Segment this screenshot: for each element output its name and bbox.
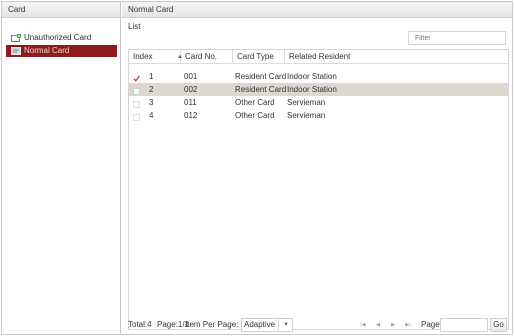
page-label: Page bbox=[421, 320, 440, 329]
tree-item-unauthorized-card[interactable]: Unauthorized Card bbox=[6, 32, 117, 44]
cell-related-resident: Servieman bbox=[287, 111, 326, 120]
table-header: Index ▲ Card No. Card Type Related Resid… bbox=[129, 50, 508, 64]
table-row[interactable]: 3 011 Other Card Servieman bbox=[129, 96, 508, 109]
card-icon bbox=[11, 47, 21, 55]
normal-card-panel: Normal Card List Index ▲ Card No. Card T… bbox=[122, 2, 512, 334]
checkbox[interactable] bbox=[133, 86, 140, 95]
card-add-icon bbox=[11, 34, 21, 42]
column-header-related-resident[interactable]: Related Resident bbox=[285, 50, 510, 64]
card-management-window: Card Unauthorized Card Normal Card Norma… bbox=[1, 1, 513, 335]
cell-card-type: Other Card bbox=[235, 98, 275, 107]
normal-card-title: Normal Card bbox=[122, 2, 512, 18]
column-header-card-no[interactable]: Card No. bbox=[181, 50, 233, 64]
column-header-index[interactable]: Index bbox=[129, 50, 181, 64]
card-panel-title: Card bbox=[2, 2, 120, 18]
first-page-icon[interactable]: |◀ bbox=[358, 318, 368, 332]
page-number-input[interactable] bbox=[440, 318, 488, 332]
table-row-selected[interactable]: 2 002 Resident Card Indoor Station bbox=[129, 83, 508, 96]
cell-index: 1 bbox=[149, 72, 154, 81]
cell-card-type: Other Card bbox=[235, 111, 275, 120]
previous-page-icon[interactable]: ◀ bbox=[373, 318, 383, 332]
items-per-page-label: Item Per Page: bbox=[185, 320, 239, 329]
cell-index: 3 bbox=[149, 98, 154, 107]
checkbox[interactable] bbox=[133, 112, 140, 121]
list-label: List bbox=[128, 22, 141, 31]
cell-card-type: Resident Card bbox=[235, 72, 287, 81]
pagination-bar: Total:4 Page:1/1 Item Per Page: Adaptive… bbox=[128, 318, 509, 332]
go-button[interactable]: Go bbox=[490, 318, 507, 332]
cell-card-no: 002 bbox=[184, 85, 198, 94]
cell-card-no: 012 bbox=[184, 111, 198, 120]
checkbox[interactable] bbox=[133, 99, 140, 108]
cell-card-no: 001 bbox=[184, 72, 198, 81]
cell-related-resident: Indoor Station bbox=[287, 72, 337, 81]
cell-index: 4 bbox=[149, 111, 154, 120]
items-per-page-select[interactable]: Adaptive ▼ bbox=[241, 318, 293, 332]
card-table: Index ▲ Card No. Card Type Related Resid… bbox=[128, 49, 509, 330]
filter-input[interactable] bbox=[408, 31, 506, 45]
tree-item-normal-card[interactable]: Normal Card bbox=[6, 45, 117, 57]
cell-index: 2 bbox=[149, 85, 154, 94]
cell-card-type: Resident Card bbox=[235, 85, 287, 94]
column-header-card-type[interactable]: Card Type bbox=[233, 50, 285, 64]
tree-item-label: Unauthorized Card bbox=[24, 33, 92, 42]
tree-item-label: Normal Card bbox=[24, 46, 70, 55]
table-row[interactable]: 1 001 Resident Card Indoor Station bbox=[129, 70, 508, 83]
cell-related-resident: Servieman bbox=[287, 98, 326, 107]
next-page-icon[interactable]: ▶ bbox=[388, 318, 398, 332]
card-category-panel: Card Unauthorized Card Normal Card bbox=[2, 2, 121, 334]
total-count: Total:4 bbox=[128, 320, 152, 329]
cell-card-no: 011 bbox=[184, 98, 197, 107]
items-per-page-value: Adaptive bbox=[244, 320, 276, 329]
last-page-icon[interactable]: ▶| bbox=[403, 318, 413, 332]
chevron-down-icon: ▼ bbox=[278, 319, 290, 331]
table-row[interactable]: 4 012 Other Card Servieman bbox=[129, 109, 508, 122]
checkbox-checked[interactable] bbox=[133, 73, 140, 82]
cell-related-resident: Indoor Station bbox=[287, 85, 337, 94]
